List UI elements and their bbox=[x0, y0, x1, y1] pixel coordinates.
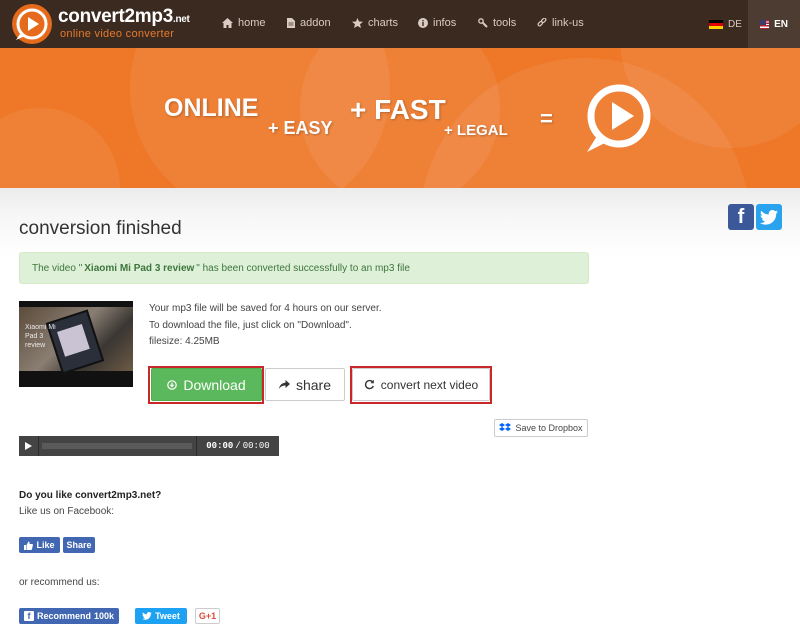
share-button[interactable]: share bbox=[265, 368, 345, 401]
player-time: 00:00/00:00 bbox=[196, 436, 279, 456]
nav-addon[interactable]: addon bbox=[287, 14, 331, 32]
banner-logo-icon bbox=[587, 84, 651, 152]
fb-share-label: Share bbox=[66, 540, 92, 550]
facebook-icon[interactable]: f bbox=[728, 204, 754, 230]
nav-infos[interactable]: infos bbox=[418, 14, 456, 32]
site-logo[interactable]: convert2mp3.net online video converter bbox=[12, 4, 202, 44]
play-button[interactable] bbox=[19, 436, 39, 456]
thumbs-up-icon bbox=[24, 541, 34, 550]
download-circle-icon bbox=[167, 379, 178, 390]
info-line-filesize: filesize: 4.25MB bbox=[149, 336, 220, 347]
info-line-save: Your mp3 file will be saved for 4 hours … bbox=[149, 303, 382, 314]
lang-de[interactable]: DE bbox=[697, 0, 754, 48]
video-thumbnail: Xiaomi Mi Pad 3 review bbox=[19, 301, 133, 387]
facebook-small-icon: f bbox=[23, 611, 34, 621]
facebook-recommend-button[interactable]: f Recommend 100k bbox=[19, 608, 119, 624]
save-to-dropbox-button[interactable]: Save to Dropbox bbox=[494, 419, 588, 437]
nav-home[interactable]: home bbox=[222, 14, 266, 32]
share-arrow-icon bbox=[278, 380, 290, 389]
hero-banner: ONLINE + EASY + FAST + LEGAL = bbox=[0, 48, 800, 188]
info-line-download: To download the file, just click on "Dow… bbox=[149, 319, 352, 331]
like-label: Like bbox=[36, 540, 55, 550]
player-duration: 00:00 bbox=[242, 441, 270, 451]
nav-charts[interactable]: charts bbox=[352, 14, 398, 32]
success-alert: The video " Xiaomi Mi Pad 3 review " has b… bbox=[19, 252, 589, 284]
alert-video-title: Xiaomi Mi Pad 3 review bbox=[84, 262, 195, 274]
nav-tools[interactable]: tools bbox=[478, 14, 516, 32]
file-info: Your mp3 file will be saved for 4 hours … bbox=[149, 301, 382, 351]
dropbox-icon bbox=[499, 423, 512, 431]
link-icon bbox=[537, 18, 547, 27]
file-icon bbox=[287, 18, 295, 28]
seek-bar[interactable] bbox=[42, 443, 192, 449]
star-icon bbox=[352, 18, 363, 28]
tools-icon bbox=[478, 18, 488, 28]
convert-next-button[interactable]: convert next video bbox=[352, 368, 490, 401]
info-icon bbox=[418, 18, 428, 28]
refresh-icon bbox=[364, 379, 374, 390]
logo-title: convert2mp3.net bbox=[58, 6, 190, 27]
convert-next-label: convert next video bbox=[380, 377, 479, 392]
nav-link-us-label: link-us bbox=[552, 17, 584, 29]
facebook-share-button[interactable]: Share bbox=[63, 537, 95, 553]
alert-prefix: The video " bbox=[32, 262, 83, 274]
lang-en-label: EN bbox=[774, 18, 788, 30]
german-flag-icon bbox=[709, 19, 723, 29]
us-flag-icon bbox=[760, 19, 770, 29]
thumbnail-caption: Xiaomi Mi Pad 3 review bbox=[25, 324, 56, 349]
twitter-bird-icon bbox=[142, 612, 152, 620]
recommend-count: 100k bbox=[93, 611, 115, 621]
home-icon bbox=[222, 18, 233, 28]
tweet-button[interactable]: Tweet bbox=[135, 608, 187, 624]
banner-equals: = bbox=[540, 106, 553, 131]
download-label: Download bbox=[183, 376, 246, 393]
player-time-separator: / bbox=[235, 441, 241, 451]
like-question: Do you like convert2mp3.net? bbox=[19, 490, 162, 501]
download-button[interactable]: Download bbox=[151, 368, 262, 401]
nav-home-label: home bbox=[238, 17, 266, 29]
main-content: f conversion finished The video " Xiaomi … bbox=[0, 188, 800, 631]
lang-de-label: DE bbox=[728, 18, 742, 30]
recommend-label: Recommend bbox=[36, 611, 91, 621]
twitter-icon[interactable] bbox=[756, 204, 782, 230]
banner-word-fast: + FAST bbox=[350, 94, 446, 125]
play-icon bbox=[25, 442, 32, 450]
nav-addon-label: addon bbox=[300, 17, 331, 29]
alert-suffix: " has been converted successfully to an … bbox=[196, 262, 410, 274]
nav-infos-label: infos bbox=[433, 17, 457, 29]
logo-play-icon bbox=[12, 4, 52, 44]
logo-tagline: online video converter bbox=[60, 28, 175, 40]
lang-en[interactable]: EN bbox=[748, 0, 800, 48]
google-plus-button[interactable]: G+1 bbox=[195, 608, 220, 624]
facebook-prompt: Like us on Facebook: bbox=[19, 506, 115, 517]
share-label: share bbox=[295, 376, 332, 393]
page-title: conversion finished bbox=[19, 218, 182, 239]
banner-word-online: ONLINE bbox=[164, 94, 259, 122]
social-share-top: f bbox=[728, 204, 782, 230]
nav-tools-label: tools bbox=[493, 17, 517, 29]
banner-word-easy: + EASY bbox=[268, 118, 333, 138]
recommend-prompt: or recommend us: bbox=[19, 577, 100, 588]
top-navbar: convert2mp3.net online video converter h… bbox=[0, 0, 800, 48]
audio-player: 00:00/00:00 bbox=[19, 436, 279, 456]
nav-charts-label: charts bbox=[368, 17, 398, 29]
facebook-like-button[interactable]: Like bbox=[19, 537, 60, 553]
tweet-label: Tweet bbox=[155, 611, 180, 621]
nav-link-us[interactable]: link-us bbox=[537, 14, 584, 32]
dropbox-label: Save to Dropbox bbox=[515, 423, 583, 433]
banner-word-legal: + LEGAL bbox=[444, 122, 508, 139]
player-current-time: 00:00 bbox=[206, 441, 234, 451]
banner-bubble bbox=[0, 108, 120, 188]
